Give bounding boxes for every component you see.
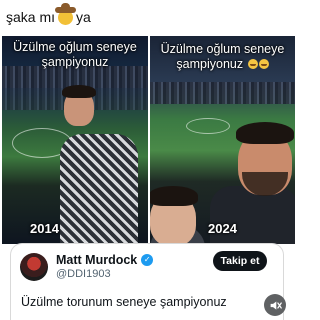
adult-hair <box>236 122 294 144</box>
tweet-card[interactable]: Matt Murdock ✓ @DDI1903 Takip et Üzülme … <box>10 243 284 320</box>
avatar[interactable] <box>20 253 48 281</box>
video-overlay-line2: şampiyonuz <box>150 57 295 72</box>
caption-text-start: şaka mı <box>6 9 56 25</box>
person-jacket <box>60 134 138 244</box>
video-overlay-line1: Üzülme oğlum seneye <box>160 42 285 56</box>
post-caption: şaka mı ya <box>6 2 91 28</box>
year-label: 2014 <box>30 221 59 236</box>
grimacing-face-icon <box>258 59 269 69</box>
child-hair <box>150 186 198 206</box>
muted-speaker-icon <box>270 300 282 310</box>
cowboy-face-emoji-icon <box>55 2 77 25</box>
follow-button[interactable]: Takip et <box>213 251 267 271</box>
verified-badge-icon: ✓ <box>141 254 154 266</box>
stadium-stands <box>150 82 295 104</box>
tweet-text: Üzülme torunum seneye şampiyonuz <box>21 295 227 309</box>
mute-button[interactable] <box>264 294 286 316</box>
video-frame-2014[interactable]: Üzülme oğlum seneye şampiyonuz 2014 <box>2 36 148 244</box>
person-hair <box>62 85 96 98</box>
author-name-row: Matt Murdock ✓ <box>56 253 154 267</box>
video-overlay-line2: şampiyonuz <box>41 55 109 69</box>
pitch-circle <box>186 118 230 134</box>
caption-text-end: ya <box>76 9 91 25</box>
video-overlay-line2-text: şampiyonuz <box>176 57 244 71</box>
video-overlay-line1: Üzülme oğlum seneye <box>13 40 137 54</box>
grimacing-face-icon <box>247 59 258 69</box>
author-handle[interactable]: @DDI1903 <box>56 268 111 280</box>
author-name[interactable]: Matt Murdock <box>56 253 137 267</box>
video-frame-2024[interactable]: Üzülme oğlum seneye şampiyonuz 2024 <box>150 36 295 244</box>
year-label: 2024 <box>208 221 237 236</box>
